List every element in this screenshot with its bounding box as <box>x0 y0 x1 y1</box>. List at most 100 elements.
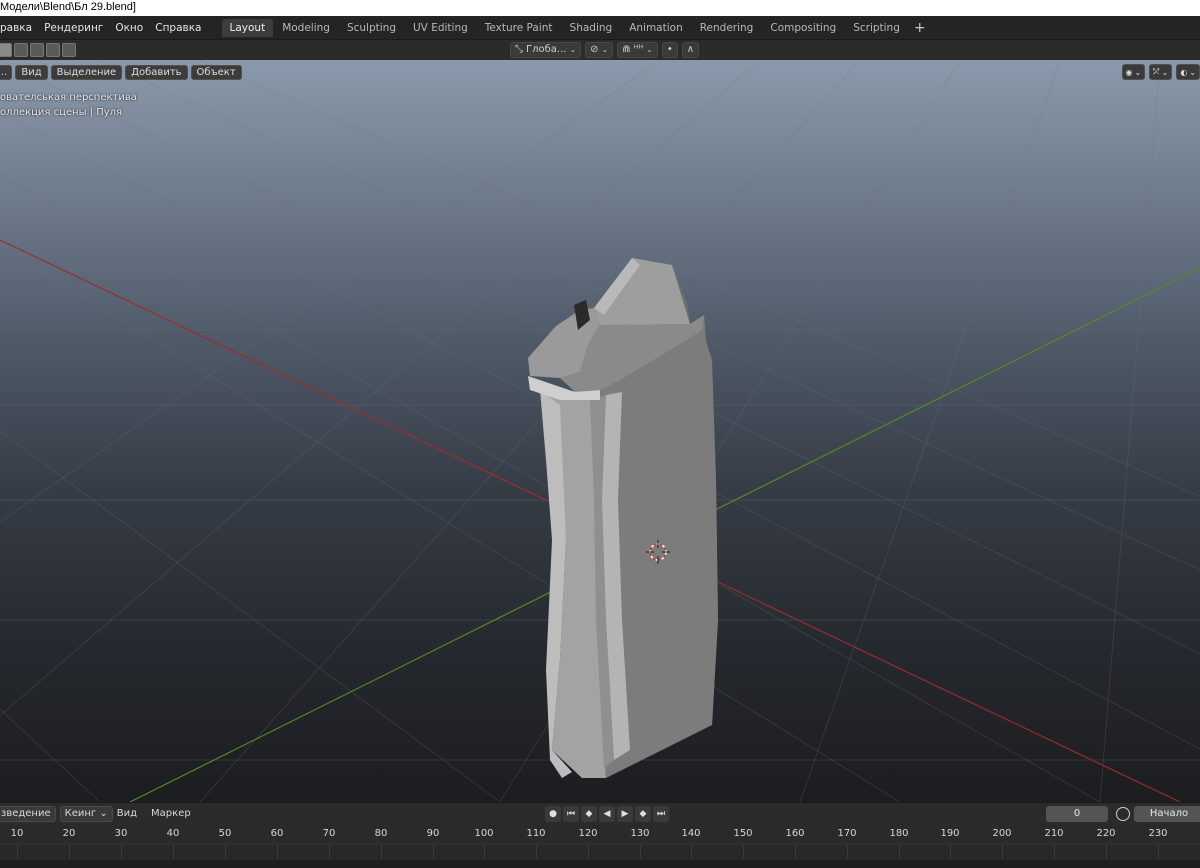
frame-tick: 100 <box>474 828 494 839</box>
start-frame-field[interactable]: Начало <box>1134 806 1200 822</box>
falloff-dropdown[interactable]: ∧ <box>681 42 700 58</box>
selection-mode-buttons <box>0 43 76 57</box>
overlay-icon: ◐ <box>1180 67 1188 77</box>
chevron-down-icon: ⌄ <box>601 45 609 54</box>
chevron-down-icon: ⌄ <box>1189 67 1196 77</box>
overlay-toggle[interactable]: ◐ ⌄ <box>1176 64 1200 80</box>
status-bar <box>0 860 1200 868</box>
gizmo-toggle[interactable]: ⤱ ⌄ <box>1149 64 1173 80</box>
frame-tick: 30 <box>114 828 128 839</box>
tick-line <box>381 845 382 859</box>
snap-increment-label: ᴴᴴ <box>633 44 644 55</box>
tab-scripting[interactable]: Scripting <box>845 19 908 37</box>
next-keyframe-icon[interactable]: ◆ <box>635 806 651 822</box>
eye-icon: ◉ <box>1125 67 1133 77</box>
timeline-menu-view[interactable]: Вид <box>117 808 137 819</box>
menu-render[interactable]: Рендеринг <box>38 18 109 38</box>
viewport-scene <box>0 60 1200 802</box>
chevron-down-icon: ⌄ <box>1161 67 1169 77</box>
top-menu-bar: равка Рендеринг Окно Справка Layout Mode… <box>0 16 1200 40</box>
menu-object[interactable]: Объект <box>190 64 242 80</box>
orientation-icon: ⤡ <box>515 44 523 55</box>
keying-label: Кеинг <box>64 807 97 819</box>
orientation-label: Глоба... <box>526 44 567 55</box>
tab-rendering[interactable]: Rendering <box>692 19 762 37</box>
view-perspective-label: ователськая перспектива <box>0 92 137 103</box>
frame-tick: 70 <box>322 828 336 839</box>
record-icon[interactable]: ● <box>545 806 561 822</box>
frame-tick: 180 <box>889 828 909 839</box>
proportional-icon: • <box>666 44 673 55</box>
current-frame-field[interactable]: 0 <box>1046 806 1108 822</box>
frame-tick: 230 <box>1148 828 1168 839</box>
menu-edit[interactable]: равка <box>0 18 38 38</box>
jump-start-icon[interactable]: ⏮ <box>563 806 579 822</box>
tick-line <box>69 845 70 859</box>
select-extend-icon[interactable] <box>14 43 28 57</box>
tick-line <box>640 845 641 859</box>
menu-window[interactable]: Окно <box>109 18 149 38</box>
tab-shading[interactable]: Shading <box>562 19 621 37</box>
tick-line <box>277 845 278 859</box>
transform-orientation-dropdown[interactable]: ⤡ Глоба... ⌄ <box>510 42 582 58</box>
tick-line <box>484 845 485 859</box>
tick-line <box>17 845 18 859</box>
tick-line <box>1054 845 1055 859</box>
tab-uv-editing[interactable]: UV Editing <box>405 19 476 37</box>
frame-tick: 110 <box>526 828 546 839</box>
chevron-down-icon: ⌄ <box>646 45 653 54</box>
tick-line <box>329 845 330 859</box>
menu-add[interactable]: Добавить <box>125 64 188 80</box>
select-intersect-icon[interactable] <box>62 43 76 57</box>
viewport-right-tools: ◉ ⌄ ⤱ ⌄ ◐ ⌄ <box>1121 64 1200 80</box>
tick-line <box>536 845 537 859</box>
select-invert-icon[interactable] <box>46 43 60 57</box>
frame-tick: 50 <box>218 828 232 839</box>
tick-line <box>121 845 122 859</box>
pivot-point-dropdown[interactable]: ⊘ ⌄ <box>585 42 614 58</box>
tick-line <box>433 845 434 859</box>
frame-tick: 10 <box>10 828 24 839</box>
frame-tick: 190 <box>940 828 960 839</box>
play-reverse-icon[interactable]: ◀ <box>599 806 615 822</box>
play-icon[interactable]: ▶ <box>617 806 633 822</box>
visibility-dropdown[interactable]: ◉ ⌄ <box>1121 64 1146 80</box>
add-workspace-button[interactable]: + <box>909 19 931 37</box>
menu-help[interactable]: Справка <box>149 18 207 38</box>
prev-keyframe-icon[interactable]: ◆ <box>581 806 597 822</box>
viewport-info: ователськая перспектива оллекция сцены |… <box>0 90 137 120</box>
jump-end-icon[interactable]: ⏭ <box>653 806 669 822</box>
active-collection-label: оллекция сцены | Пуля <box>0 107 123 118</box>
menu-view[interactable]: Вид <box>15 64 48 80</box>
tab-compositing[interactable]: Compositing <box>762 19 844 37</box>
timeline-menu-marker[interactable]: Маркер <box>151 808 191 819</box>
tick-line <box>225 845 226 859</box>
select-new-icon[interactable] <box>0 43 12 57</box>
tab-texture-paint[interactable]: Texture Paint <box>477 19 561 37</box>
chevron-down-icon: ⌄ <box>569 45 577 54</box>
playback-dropdown[interactable]: зведение <box>0 805 56 822</box>
timeline-header: зведение Кеинг ⌄ Вид Маркер ● ⏮ ◆ ◀ ▶ ◆ … <box>0 802 1200 824</box>
proportional-editing-toggle[interactable]: • <box>661 42 678 58</box>
snap-dropdown[interactable]: ⋒ ᴴᴴ ⌄ <box>617 42 658 58</box>
tick-line <box>795 845 796 859</box>
viewport-header: .. Вид Выделение Добавить Объект ◉ ⌄ ⤱ ⌄… <box>0 64 1200 80</box>
menu-select[interactable]: Выделение <box>50 64 123 80</box>
clock-icon[interactable] <box>1116 807 1130 821</box>
playback-controls: ● ⏮ ◆ ◀ ▶ ◆ ⏭ <box>545 806 669 822</box>
pivot-icon: ⊘ <box>590 44 599 55</box>
timeline-track[interactable] <box>0 844 1200 860</box>
editor-type-dropdown[interactable]: .. <box>0 64 13 80</box>
select-subtract-icon[interactable] <box>30 43 44 57</box>
tab-animation[interactable]: Animation <box>621 19 691 37</box>
magazine-mesh <box>528 258 718 778</box>
timeline-ruler[interactable]: 10 20 30 40 50 60 70 80 90 100 110 120 1… <box>0 824 1200 844</box>
keying-dropdown[interactable]: Кеинг ⌄ <box>59 805 113 822</box>
tab-sculpting[interactable]: Sculpting <box>339 19 404 37</box>
tab-modeling[interactable]: Modeling <box>274 19 338 37</box>
3d-viewport[interactable]: .. Вид Выделение Добавить Объект ◉ ⌄ ⤱ ⌄… <box>0 60 1200 802</box>
tab-layout[interactable]: Layout <box>221 18 274 37</box>
tick-line <box>1002 845 1003 859</box>
tool-header: ⤡ Глоба... ⌄ ⊘ ⌄ ⋒ ᴴᴴ ⌄ • ∧ <box>0 40 1200 60</box>
transform-controls: ⤡ Глоба... ⌄ ⊘ ⌄ ⋒ ᴴᴴ ⌄ • ∧ <box>510 42 700 58</box>
